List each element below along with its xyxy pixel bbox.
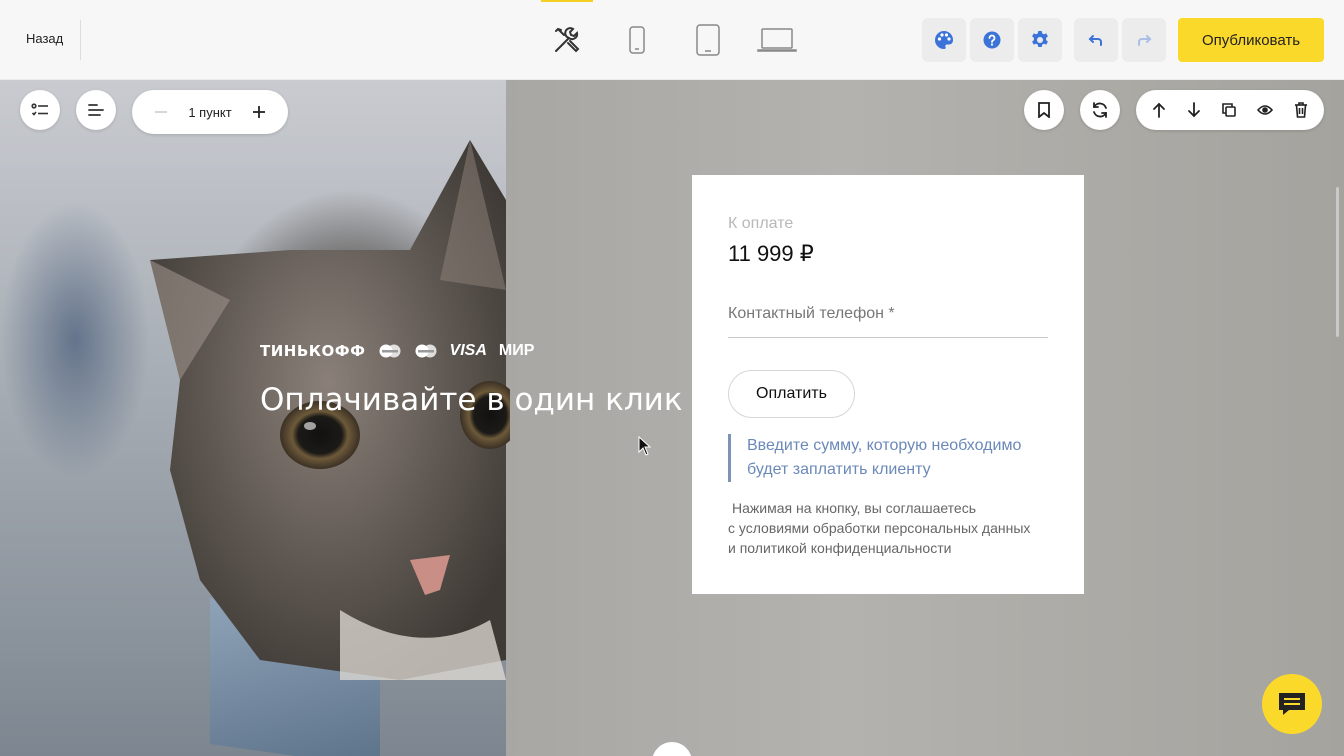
help-button[interactable] [970, 18, 1014, 62]
mastercard-icon [379, 344, 401, 358]
design-button[interactable] [922, 18, 966, 62]
tools-mode-button[interactable] [541, 0, 593, 80]
checklist-icon [31, 103, 48, 116]
mir-logo: МИР [498, 342, 535, 359]
chat-button[interactable] [1262, 674, 1322, 734]
payment-form-card: К оплате 11 999 ₽ Контактный телефон * О… [692, 175, 1084, 594]
mobile-view-button[interactable] [622, 0, 652, 80]
refresh-icon [1093, 102, 1107, 118]
arrow-up-icon[interactable] [1152, 102, 1166, 118]
visa-logo: VISA [449, 342, 487, 359]
chat-icon [1279, 693, 1305, 715]
gear-icon [1032, 31, 1048, 47]
replace-block-button[interactable] [1080, 90, 1120, 130]
laptop-icon [757, 28, 797, 52]
amount-hint: Введите сумму, которую необходимо будет … [728, 434, 1048, 482]
undo-button[interactable] [1074, 18, 1118, 62]
desktop-view-button[interactable] [755, 0, 799, 80]
back-link[interactable]: Назад [26, 31, 63, 46]
settings-button[interactable] [1018, 18, 1062, 62]
palette-icon [935, 30, 954, 49]
mouse-cursor-icon [638, 436, 652, 456]
undo-icon [1088, 35, 1102, 46]
pay-button[interactable]: Оплатить [728, 370, 855, 418]
toolbar-divider [80, 20, 81, 60]
publish-button[interactable]: Опубликовать [1178, 18, 1324, 62]
minus-icon[interactable] [154, 105, 168, 119]
items-count-label: 1 пункт [188, 104, 232, 120]
terms-line: и политикой конфиденциальности [728, 540, 952, 556]
tinkoff-logo: ТИНЬКОФФ [260, 342, 366, 360]
arrow-down-icon[interactable] [1187, 102, 1201, 118]
plus-icon[interactable] [252, 105, 266, 119]
duplicate-icon[interactable] [1222, 103, 1236, 117]
top-toolbar: Назад Опубликовать [0, 0, 1344, 80]
bookmark-button[interactable] [1024, 90, 1064, 130]
terms-line: Нажимая на кнопку, вы соглашаетесь [732, 500, 977, 516]
maestro-icon [415, 344, 437, 358]
phone-field[interactable]: Контактный телефон * [728, 305, 1048, 338]
amount-due-label: К оплате [728, 215, 794, 232]
trash-icon[interactable] [1294, 102, 1308, 118]
scrollbar[interactable] [1336, 187, 1339, 337]
cat-image [150, 140, 510, 680]
tools-icon [555, 27, 580, 53]
block-list-button[interactable] [20, 90, 60, 130]
payment-logos: ТИНЬКОФФ VISA МИР [260, 342, 534, 360]
redo-icon [1138, 35, 1152, 46]
question-icon [983, 31, 1001, 49]
bookmark-icon [1038, 102, 1050, 118]
tablet-icon [696, 24, 720, 56]
block-actions-group [1136, 90, 1324, 130]
align-left-icon [88, 104, 104, 116]
terms-text: Нажимая на кнопку, вы соглашаетесь с усл… [728, 498, 1058, 558]
editor-canvas: 1 пункт ТИНЬКОФФ VISA МИР Оплачивайте в … [0, 80, 1344, 756]
terms-line: с условиями обработки персональных данны… [728, 520, 1031, 536]
align-button[interactable] [76, 90, 116, 130]
tablet-view-button[interactable] [690, 0, 726, 80]
items-counter: 1 пункт [132, 90, 288, 134]
eye-icon[interactable] [1256, 104, 1273, 116]
amount-value: 11 999 ₽ [728, 241, 814, 266]
redo-button[interactable] [1122, 18, 1166, 62]
hero-title: Оплачивайте в один клик [260, 382, 683, 418]
phone-icon [629, 26, 645, 54]
